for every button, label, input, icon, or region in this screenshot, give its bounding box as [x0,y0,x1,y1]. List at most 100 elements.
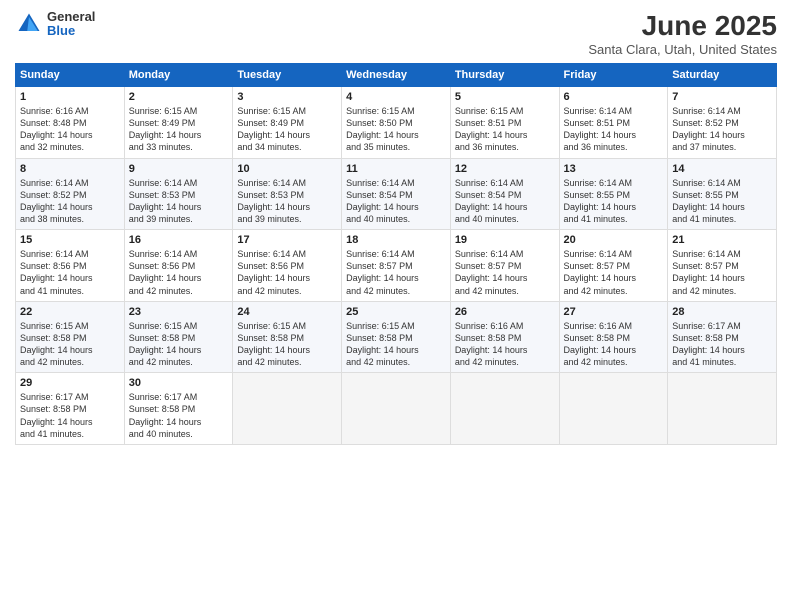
calendar-cell: 17 Sunrise: 6:14 AMSunset: 8:56 PMDayligh… [233,230,342,302]
header: General Blue June 2025 Santa Clara, Utah… [15,10,777,57]
day-number: 16 [129,234,229,246]
calendar-cell: 5Sunrise: 6:15 AMSunset: 8:51 PMDaylight… [450,87,559,159]
calendar-body: 1 Sunrise: 6:16 AMSunset: 8:48 PMDaylight… [16,87,777,445]
day-info: Sunrise: 6:14 AMSunset: 8:53 PMDaylight:… [237,177,337,226]
calendar-cell [450,373,559,445]
day-info: Sunrise: 6:14 AMSunset: 8:56 PMDaylight:… [237,248,337,297]
day-info: Sunrise: 6:14 AMSunset: 8:56 PMDaylight:… [129,248,229,297]
calendar-cell: 23 Sunrise: 6:15 AMSunset: 8:58 PMDayligh… [124,301,233,373]
day-info: Sunrise: 6:14 AMSunset: 8:54 PMDaylight:… [455,177,555,226]
day-info: Sunrise: 6:14 AMSunset: 8:57 PMDaylight:… [346,248,446,297]
calendar-cell [668,373,777,445]
logo: General Blue [15,10,95,39]
calendar-cell: 6 Sunrise: 6:14 AMSunset: 8:51 PMDaylight… [559,87,668,159]
calendar-cell: 3 Sunrise: 6:15 AMSunset: 8:49 PMDaylight… [233,87,342,159]
calendar-cell: 19 Sunrise: 6:14 AMSunset: 8:57 PMDayligh… [450,230,559,302]
day-number: 15 [20,234,120,246]
day-number: 18 [346,234,446,246]
day-info: Sunrise: 6:14 AMSunset: 8:52 PMDaylight:… [20,177,120,226]
col-tuesday: Tuesday [233,64,342,87]
day-number: 29 [20,377,120,389]
calendar-cell: 16 Sunrise: 6:14 AMSunset: 8:56 PMDayligh… [124,230,233,302]
calendar-cell: 7 Sunrise: 6:14 AMSunset: 8:52 PMDaylight… [668,87,777,159]
title-block: June 2025 Santa Clara, Utah, United Stat… [588,10,777,57]
col-thursday: Thursday [450,64,559,87]
calendar-cell: 24 Sunrise: 6:15 AMSunset: 8:58 PMDayligh… [233,301,342,373]
calendar-week-5: 29 Sunrise: 6:17 AMSunset: 8:58 PMDayligh… [16,373,777,445]
calendar-cell: 27 Sunrise: 6:16 AMSunset: 8:58 PMDayligh… [559,301,668,373]
col-sunday: Sunday [16,64,125,87]
calendar-cell: 22Sunrise: 6:15 AMSunset: 8:58 PMDayligh… [16,301,125,373]
calendar-cell: 20Sunrise: 6:14 AMSunset: 8:57 PMDayligh… [559,230,668,302]
subtitle: Santa Clara, Utah, United States [588,42,777,57]
day-info: Sunrise: 6:15 AMSunset: 8:58 PMDaylight:… [346,320,446,369]
day-number: 9 [129,163,229,175]
day-number: 2 [129,91,229,103]
day-info: Sunrise: 6:14 AMSunset: 8:55 PMDaylight:… [672,177,772,226]
calendar-cell: 8 Sunrise: 6:14 AMSunset: 8:52 PMDaylight… [16,158,125,230]
col-saturday: Saturday [668,64,777,87]
day-info: Sunrise: 6:14 AMSunset: 8:57 PMDaylight:… [672,248,772,297]
day-number: 12 [455,163,555,175]
day-number: 21 [672,234,772,246]
calendar-cell [342,373,451,445]
calendar-cell: 28Sunrise: 6:17 AMSunset: 8:58 PMDayligh… [668,301,777,373]
day-number: 23 [129,306,229,318]
calendar-cell: 29 Sunrise: 6:17 AMSunset: 8:58 PMDayligh… [16,373,125,445]
day-info: Sunrise: 6:14 AMSunset: 8:53 PMDaylight:… [129,177,229,226]
day-number: 22 [20,306,120,318]
col-friday: Friday [559,64,668,87]
day-info: Sunrise: 6:14 AMSunset: 8:54 PMDaylight:… [346,177,446,226]
day-info: Sunrise: 6:16 AMSunset: 8:58 PMDaylight:… [564,320,664,369]
day-number: 27 [564,306,664,318]
day-number: 11 [346,163,446,175]
day-number: 8 [20,163,120,175]
day-number: 7 [672,91,772,103]
day-info: Sunrise: 6:14 AMSunset: 8:57 PMDaylight:… [455,248,555,297]
day-info: Sunrise: 6:14 AMSunset: 8:57 PMDaylight:… [564,248,664,297]
calendar-cell: 14Sunrise: 6:14 AMSunset: 8:55 PMDayligh… [668,158,777,230]
day-info: Sunrise: 6:15 AMSunset: 8:51 PMDaylight:… [455,105,555,154]
calendar-cell: 26Sunrise: 6:16 AMSunset: 8:58 PMDayligh… [450,301,559,373]
day-number: 19 [455,234,555,246]
calendar-cell: 18 Sunrise: 6:14 AMSunset: 8:57 PMDayligh… [342,230,451,302]
logo-general-text: General [47,10,95,24]
header-row: Sunday Monday Tuesday Wednesday Thursday… [16,64,777,87]
day-number: 6 [564,91,664,103]
calendar-cell: 11 Sunrise: 6:14 AMSunset: 8:54 PMDayligh… [342,158,451,230]
col-monday: Monday [124,64,233,87]
day-info: Sunrise: 6:17 AMSunset: 8:58 PMDaylight:… [20,391,120,440]
calendar-week-1: 1 Sunrise: 6:16 AMSunset: 8:48 PMDaylight… [16,87,777,159]
calendar-cell: 1 Sunrise: 6:16 AMSunset: 8:48 PMDaylight… [16,87,125,159]
day-info: Sunrise: 6:15 AMSunset: 8:58 PMDaylight:… [129,320,229,369]
calendar-cell: 13 Sunrise: 6:14 AMSunset: 8:55 PMDayligh… [559,158,668,230]
day-info: Sunrise: 6:14 AMSunset: 8:55 PMDaylight:… [564,177,664,226]
calendar-cell: 10 Sunrise: 6:14 AMSunset: 8:53 PMDayligh… [233,158,342,230]
day-number: 13 [564,163,664,175]
day-info: Sunrise: 6:14 AMSunset: 8:51 PMDaylight:… [564,105,664,154]
day-info: Sunrise: 6:15 AMSunset: 8:58 PMDaylight:… [237,320,337,369]
calendar-cell: 4Sunrise: 6:15 AMSunset: 8:50 PMDaylight… [342,87,451,159]
calendar-cell [233,373,342,445]
calendar-week-2: 8 Sunrise: 6:14 AMSunset: 8:52 PMDaylight… [16,158,777,230]
main-title: June 2025 [588,10,777,42]
page: General Blue June 2025 Santa Clara, Utah… [0,0,792,612]
day-number: 1 [20,91,120,103]
day-number: 24 [237,306,337,318]
logo-icon [15,10,43,38]
calendar-cell: 15Sunrise: 6:14 AMSunset: 8:56 PMDayligh… [16,230,125,302]
logo-text: General Blue [47,10,95,39]
day-number: 10 [237,163,337,175]
day-number: 3 [237,91,337,103]
col-wednesday: Wednesday [342,64,451,87]
calendar-cell: 12 Sunrise: 6:14 AMSunset: 8:54 PMDayligh… [450,158,559,230]
day-info: Sunrise: 6:15 AMSunset: 8:49 PMDaylight:… [237,105,337,154]
calendar-header: Sunday Monday Tuesday Wednesday Thursday… [16,64,777,87]
day-number: 17 [237,234,337,246]
day-number: 4 [346,91,446,103]
calendar-cell [559,373,668,445]
calendar-week-4: 22 Sunrise: 6:15 AMSunset: 8:58 PMDayligh… [16,301,777,373]
day-info: Sunrise: 6:17 AMSunset: 8:58 PMDaylight:… [672,320,772,369]
day-info: Sunrise: 6:16 AMSunset: 8:48 PMDaylight:… [20,105,120,154]
day-info: Sunrise: 6:14 AMSunset: 8:52 PMDaylight:… [672,105,772,154]
